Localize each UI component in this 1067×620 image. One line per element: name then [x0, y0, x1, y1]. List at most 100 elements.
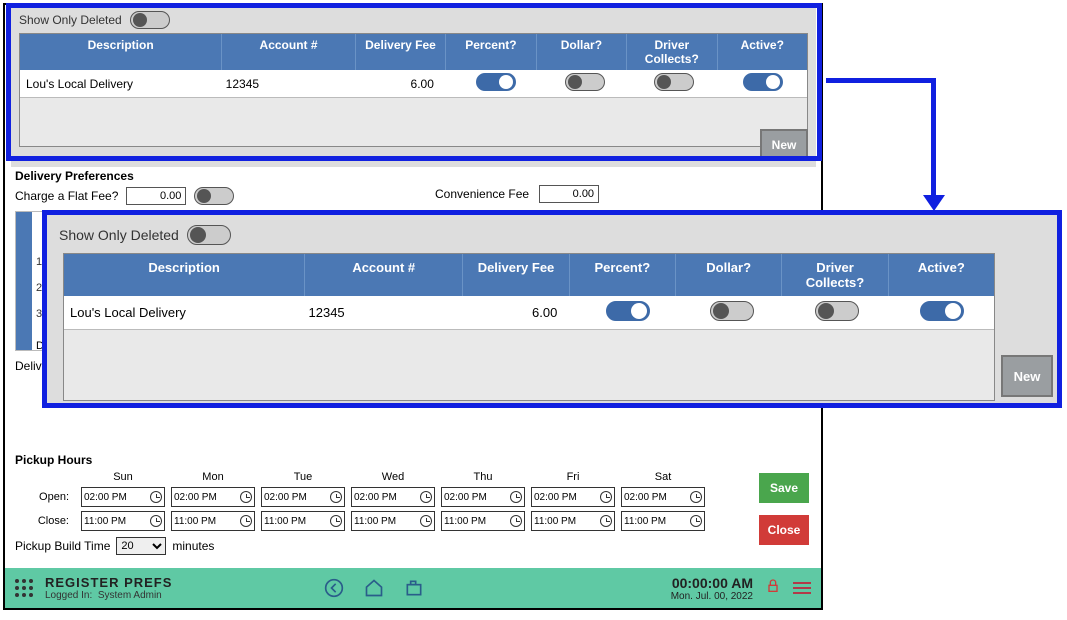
clock-icon	[240, 515, 252, 527]
open-thu[interactable]: 02:00 PM	[441, 487, 525, 507]
day-sun: Sun	[81, 471, 165, 483]
close-tue[interactable]: 11:00 PM	[261, 511, 345, 531]
show-only-deleted-row: Show Only Deleted	[11, 5, 816, 33]
active-toggle[interactable]	[743, 73, 783, 91]
pickup-build-time-select[interactable]: 20	[116, 537, 166, 555]
flat-fee-row: Charge a Flat Fee?	[15, 187, 815, 205]
zoom-cell-account: 12345	[303, 301, 459, 324]
clock-icon	[510, 491, 522, 503]
clock-icon	[150, 491, 162, 503]
th-active: Active?	[718, 34, 807, 70]
annotation-arrow	[826, 78, 936, 83]
zoom-th-percent: Percent?	[570, 254, 676, 296]
zoom-table-header: Description Account # Delivery Fee Perce…	[64, 254, 994, 296]
open-label: Open:	[15, 491, 75, 503]
pickup-hours-title: Pickup Hours	[15, 453, 755, 467]
home-icon[interactable]	[364, 578, 384, 598]
clock-icon	[420, 491, 432, 503]
zoom-show-only-deleted-row: Show Only Deleted	[55, 221, 1049, 253]
zoom-new-button[interactable]: New	[1001, 355, 1053, 397]
convenience-fee-row: Convenience Fee	[435, 185, 599, 203]
flat-fee-input[interactable]	[126, 187, 186, 205]
show-only-deleted-label: Show Only Deleted	[19, 13, 122, 27]
annotation-zoom-box: Show Only Deleted Description Account # …	[42, 210, 1062, 408]
flat-fee-toggle[interactable]	[194, 187, 234, 205]
zoom-th-delivery-fee: Delivery Fee	[463, 254, 569, 296]
providers-table: Description Account # Delivery Fee Perce…	[19, 33, 808, 147]
cell-account: 12345	[220, 73, 351, 95]
clock-icon	[330, 515, 342, 527]
show-only-deleted-toggle[interactable]	[130, 11, 170, 29]
clock-icon	[420, 515, 432, 527]
footer-datetime: 00:00:00 AM Mon. Jul. 00, 2022	[671, 575, 753, 602]
zoom-percent-toggle[interactable]	[606, 301, 650, 321]
th-delivery-fee: Delivery Fee	[356, 34, 446, 70]
footer-date: Mon. Jul. 00, 2022	[671, 591, 753, 602]
percent-toggle[interactable]	[476, 73, 516, 91]
open-mon[interactable]: 02:00 PM	[171, 487, 255, 507]
convenience-fee-input[interactable]	[539, 185, 599, 203]
clock-icon	[600, 491, 612, 503]
day-wed: Wed	[351, 471, 435, 483]
clock-icon	[690, 515, 702, 527]
pickup-hours-grid: Sun Mon Tue Wed Thu Fri Sat Open: 02:00 …	[15, 471, 755, 531]
close-thu[interactable]: 11:00 PM	[441, 511, 525, 531]
zoom-cell-percent	[575, 297, 680, 328]
zoom-th-dollar: Dollar?	[676, 254, 782, 296]
open-tue[interactable]: 02:00 PM	[261, 487, 345, 507]
back-icon[interactable]	[324, 578, 344, 598]
footer-nav	[324, 578, 424, 598]
grip-icon[interactable]	[15, 579, 33, 597]
zoom-th-description: Description	[64, 254, 305, 296]
cell-percent	[452, 69, 541, 98]
zoom-cell-description: Lou's Local Delivery	[64, 301, 303, 324]
footer-title-block: REGISTER PREFS Logged In: System Admin	[45, 575, 172, 601]
th-driver-collects: Driver Collects?	[627, 34, 717, 70]
clock-icon	[330, 491, 342, 503]
providers-table-row[interactable]: Lou's Local Delivery 12345 6.00	[20, 70, 807, 98]
zoom-cell-delivery-fee: 6.00	[459, 301, 576, 324]
open-wed[interactable]: 02:00 PM	[351, 487, 435, 507]
menu-icon[interactable]	[793, 582, 811, 594]
day-sat: Sat	[621, 471, 705, 483]
zoom-driver-collects-toggle[interactable]	[815, 301, 859, 321]
footer-title: REGISTER PREFS	[45, 575, 172, 590]
footer-logged-in: Logged In: System Admin	[45, 590, 172, 601]
close-sat[interactable]: 11:00 PM	[621, 511, 705, 531]
zoom-th-account: Account #	[305, 254, 463, 296]
save-button[interactable]: Save	[759, 473, 809, 503]
pickup-build-time-row: Pickup Build Time 20 minutes	[15, 537, 755, 555]
th-account: Account #	[222, 34, 355, 70]
delivery-preferences-title: Delivery Preferences	[15, 169, 815, 183]
close-wed[interactable]: 11:00 PM	[351, 511, 435, 531]
th-description: Description	[20, 34, 222, 70]
close-sun[interactable]: 11:00 PM	[81, 511, 165, 531]
th-dollar: Dollar?	[537, 34, 627, 70]
register-icon[interactable]	[404, 578, 424, 598]
delivery-providers-panel: Show Only Deleted Description Account # …	[11, 5, 816, 167]
footer-bar: REGISTER PREFS Logged In: System Admin 0…	[5, 568, 821, 608]
annotation-arrow-head	[923, 195, 945, 211]
open-sun[interactable]: 02:00 PM	[81, 487, 165, 507]
day-tue: Tue	[261, 471, 345, 483]
zoom-show-only-deleted-toggle[interactable]	[187, 225, 231, 245]
zoom-cell-active	[889, 297, 994, 328]
zoom-dollar-toggle[interactable]	[710, 301, 754, 321]
new-provider-button[interactable]: New	[760, 129, 808, 161]
cell-dollar	[541, 69, 630, 98]
close-fri[interactable]: 11:00 PM	[531, 511, 615, 531]
driver-collects-toggle[interactable]	[654, 73, 694, 91]
zoom-table-row[interactable]: Lou's Local Delivery 12345 6.00	[64, 296, 994, 330]
pickup-build-time-units: minutes	[172, 539, 214, 553]
lock-icon[interactable]	[765, 577, 781, 600]
zoom-active-toggle[interactable]	[920, 301, 964, 321]
cell-description: Lou's Local Delivery	[20, 73, 220, 95]
close-mon[interactable]: 11:00 PM	[171, 511, 255, 531]
open-fri[interactable]: 02:00 PM	[531, 487, 615, 507]
open-sat[interactable]: 02:00 PM	[621, 487, 705, 507]
day-fri: Fri	[531, 471, 615, 483]
zoomed-providers-panel: Show Only Deleted Description Account # …	[47, 215, 1057, 403]
dollar-toggle[interactable]	[565, 73, 605, 91]
close-button[interactable]: Close	[759, 515, 809, 545]
zoom-cell-dollar	[680, 297, 785, 328]
